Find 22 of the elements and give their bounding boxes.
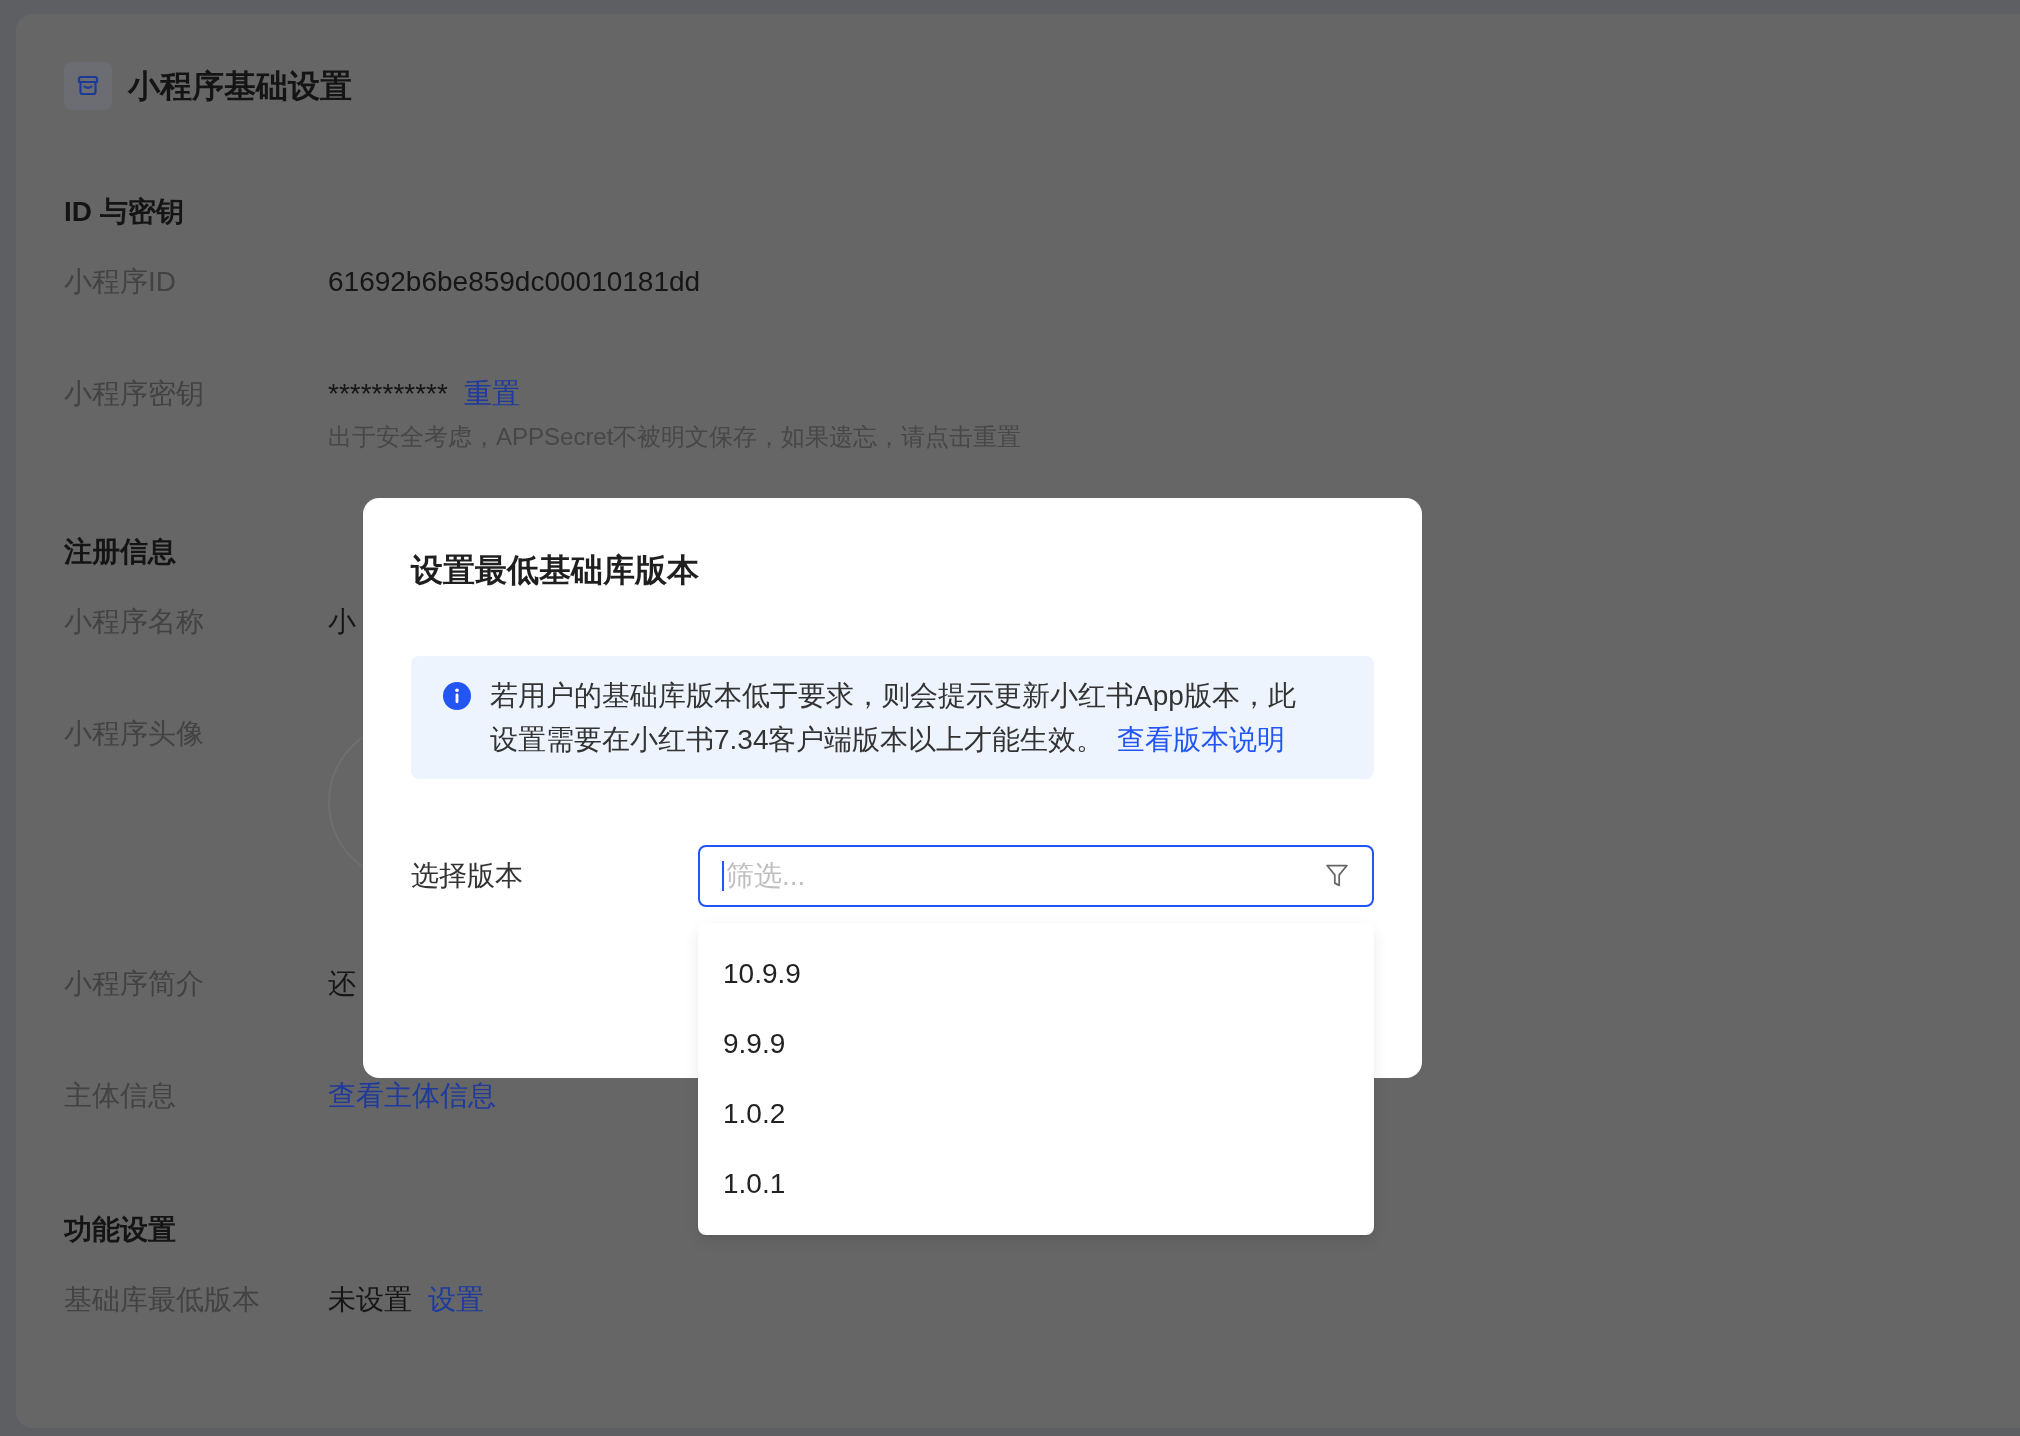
field-value: 61692b6be859dc00010181dd (328, 266, 701, 298)
field-value: 小 (328, 606, 356, 638)
dropdown-option[interactable]: 1.0.1 (698, 1149, 1374, 1219)
dropdown-option[interactable]: 1.0.2 (698, 1079, 1374, 1149)
info-icon (443, 682, 471, 710)
dialog-title: 设置最低基础库版本 (411, 551, 699, 590)
dropdown-option[interactable]: 10.9.9 (698, 939, 1374, 1009)
field-value: 还 (328, 968, 356, 1000)
box-icon (64, 62, 112, 110)
field-value: *********** (328, 378, 448, 410)
dropdown-option[interactable]: 9.9.9 (698, 1009, 1374, 1079)
notice-text: 若用户的基础库版本低于要求，则会提示更新小红书App版本，此设置需要在小红书7.34客户端版本以上才能生效。 查看版本说明 (490, 679, 1297, 757)
filter-icon (1326, 863, 1348, 889)
field-label: 选择版本 (411, 859, 523, 893)
section-heading: 注册信息 (64, 535, 176, 569)
section-heading: 功能设置 (64, 1213, 176, 1247)
field-value: 未设置 (328, 1284, 412, 1316)
section-heading: ID 与密钥 (64, 195, 184, 229)
text-cursor-icon (722, 861, 724, 891)
page-title: 小程序基础设置 (128, 67, 352, 106)
text-link[interactable]: 查看版本说明 (1116, 724, 1285, 755)
filter-input[interactable]: 筛选... (698, 845, 1374, 907)
